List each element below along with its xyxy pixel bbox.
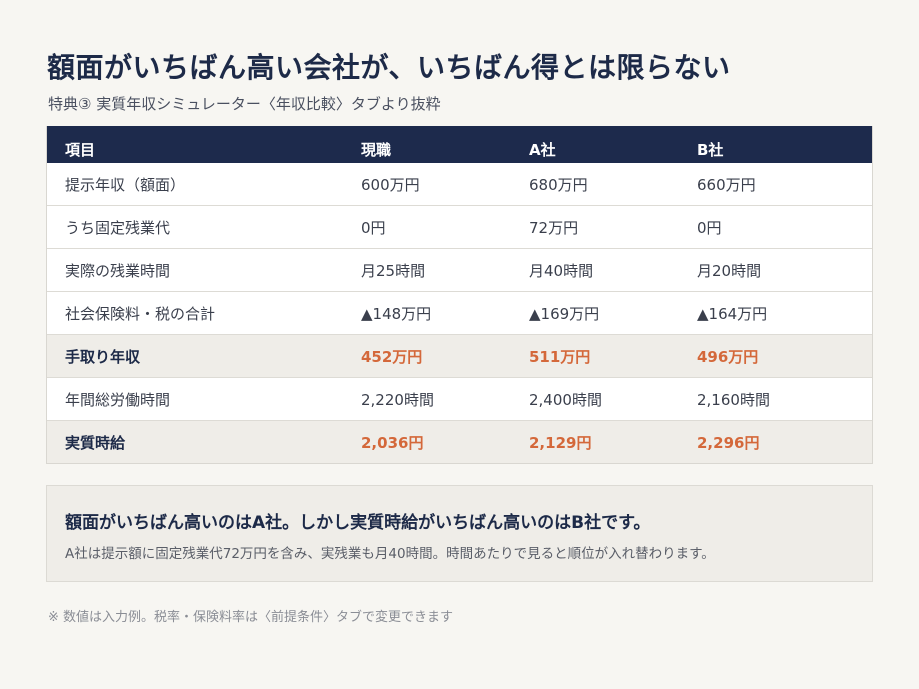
table-header: 項目 現職 A社 B社 xyxy=(47,126,872,163)
row-label: 提示年収（額面） xyxy=(65,175,186,194)
table-row: 社会保険料・税の合計 ▲148万円 ▲169万円 ▲164万円 xyxy=(47,291,872,334)
cell-company-a: 680万円 xyxy=(529,175,588,194)
table-row: 年間総労働時間 2,220時間 2,400時間 2,160時間 xyxy=(47,377,872,420)
table-row: うち固定残業代 0円 72万円 0円 xyxy=(47,205,872,248)
cell-company-a: 2,400時間 xyxy=(529,390,602,409)
column-header-current: 現職 xyxy=(361,141,392,159)
row-label: うち固定残業代 xyxy=(65,218,171,237)
footnote: ※ 数値は入力例。税率・保険料率は〈前提条件〉タブで変更できます xyxy=(48,610,454,625)
table-row-highlight: 手取り年収 452万円 511万円 496万円 xyxy=(47,334,872,377)
cell-current: 2,220時間 xyxy=(361,390,434,409)
table-row-highlight: 実質時給 2,036円 2,129円 2,296円 xyxy=(47,420,872,463)
summary-callout: 額面がいちばん高いのはA社。しかし実質時給がいちばん高いのはB社です。 A社は提… xyxy=(46,485,873,582)
cell-current: 0円 xyxy=(361,218,386,237)
page-title: 額面がいちばん高い会社が、いちばん得とは限らない xyxy=(47,51,731,84)
callout-body: A社は提示額に固定残業代72万円を含み、実残業も月40時間。時間あたりで見ると順… xyxy=(65,546,715,562)
callout-headline: 額面がいちばん高いのはA社。しかし実質時給がいちばん高いのはB社です。 xyxy=(65,513,651,533)
cell-company-b: 496万円 xyxy=(697,347,759,366)
table-row: 実際の残業時間 月25時間 月40時間 月20時間 xyxy=(47,248,872,291)
column-header-item: 項目 xyxy=(65,141,96,159)
row-label: 実際の残業時間 xyxy=(65,261,171,280)
cell-company-b: 0円 xyxy=(697,218,722,237)
column-header-company-a: A社 xyxy=(529,141,556,159)
table-row: 提示年収（額面） 600万円 680万円 660万円 xyxy=(47,163,872,205)
cell-current: ▲148万円 xyxy=(361,304,432,323)
comparison-table: 項目 現職 A社 B社 提示年収（額面） 600万円 680万円 660万円 う… xyxy=(46,126,873,464)
cell-company-a: ▲169万円 xyxy=(529,304,600,323)
row-label: 手取り年収 xyxy=(65,347,141,366)
cell-company-a: 72万円 xyxy=(529,218,579,237)
row-label: 実質時給 xyxy=(65,433,126,452)
row-label: 年間総労働時間 xyxy=(65,390,171,409)
cell-current: 月25時間 xyxy=(361,261,426,280)
cell-company-a: 2,129円 xyxy=(529,433,592,452)
column-header-company-b: B社 xyxy=(697,141,724,159)
cell-current: 452万円 xyxy=(361,347,423,366)
row-label: 社会保険料・税の合計 xyxy=(65,304,216,323)
cell-company-a: 511万円 xyxy=(529,347,591,366)
cell-company-b: 2,160時間 xyxy=(697,390,770,409)
cell-current: 2,036円 xyxy=(361,433,424,452)
cell-company-b: 660万円 xyxy=(697,175,756,194)
cell-company-b: ▲164万円 xyxy=(697,304,768,323)
page-subtitle: 特典③ 実質年収シミュレーター〈年収比較〉タブより抜粋 xyxy=(48,95,441,113)
cell-company-a: 月40時間 xyxy=(529,261,594,280)
cell-company-b: 2,296円 xyxy=(697,433,760,452)
cell-company-b: 月20時間 xyxy=(697,261,762,280)
cell-current: 600万円 xyxy=(361,175,420,194)
